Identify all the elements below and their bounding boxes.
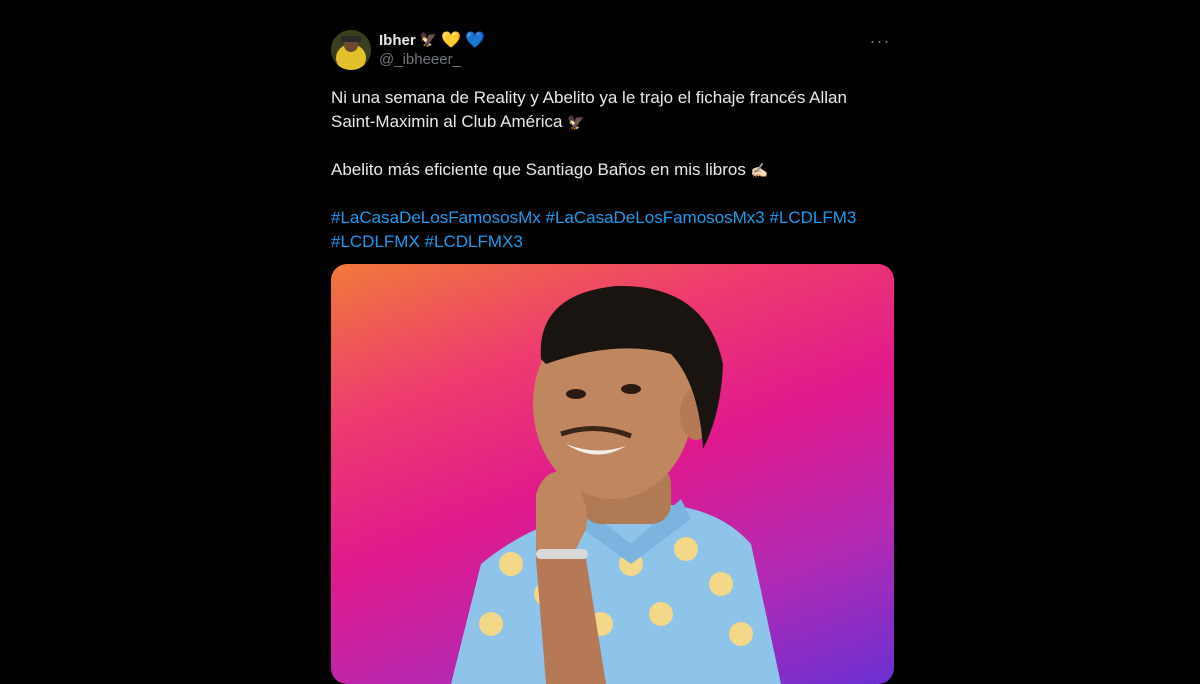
tweet-media-image[interactable] [331, 264, 894, 684]
writing-hand-emoji: ✍🏻 [750, 163, 769, 179]
hashtag-link[interactable]: #LaCasaDeLosFamososMx [331, 208, 541, 227]
tweet-paragraph-1: Ni una semana de Reality y Abelito ya le… [331, 86, 894, 134]
author-names: Ibher 🦅 💛 💙 @_ibheeer_ [379, 30, 485, 69]
avatar-image [331, 30, 371, 70]
tweet-paragraph-2: Abelito más eficiente que Santiago Baños… [331, 158, 894, 182]
tweet: Ibher 🦅 💛 💙 @_ibheeer_ ··· Ni una semana… [331, 28, 894, 254]
tweet-text: Ni una semana de Reality y Abelito ya le… [331, 86, 894, 254]
hashtag-link[interactable]: #LCDLFMX3 [425, 232, 523, 251]
hashtag-link[interactable]: #LCDLFMX [331, 232, 420, 251]
eagle-emoji: 🦅 [567, 115, 585, 131]
hashtag-link[interactable]: #LaCasaDeLosFamososMx3 [546, 208, 765, 227]
blue-heart-emoji: 💙 [465, 30, 485, 49]
display-name-row: Ibher 🦅 💛 💙 [379, 30, 485, 50]
eagle-emoji: 🦅 [419, 32, 438, 48]
avatar[interactable] [331, 30, 371, 70]
more-horizontal-icon: ··· [869, 30, 891, 51]
tweet-header: Ibher 🦅 💛 💙 @_ibheeer_ ··· [331, 28, 894, 72]
paragraph-2-text: Abelito más eficiente que Santiago Baños… [331, 160, 746, 179]
paragraph-1-text: Ni una semana de Reality y Abelito ya le… [331, 88, 847, 131]
hashtag-link[interactable]: #LCDLFM3 [769, 208, 856, 227]
person-photo [451, 285, 781, 684]
yellow-heart-emoji: 💛 [441, 30, 462, 49]
more-options-button[interactable]: ··· [868, 30, 892, 51]
user-handle[interactable]: @_ibheeer_ [379, 51, 485, 68]
hashtags: #LaCasaDeLosFamososMx #LaCasaDeLosFamoso… [331, 206, 894, 254]
display-name[interactable]: Ibher [379, 32, 416, 49]
